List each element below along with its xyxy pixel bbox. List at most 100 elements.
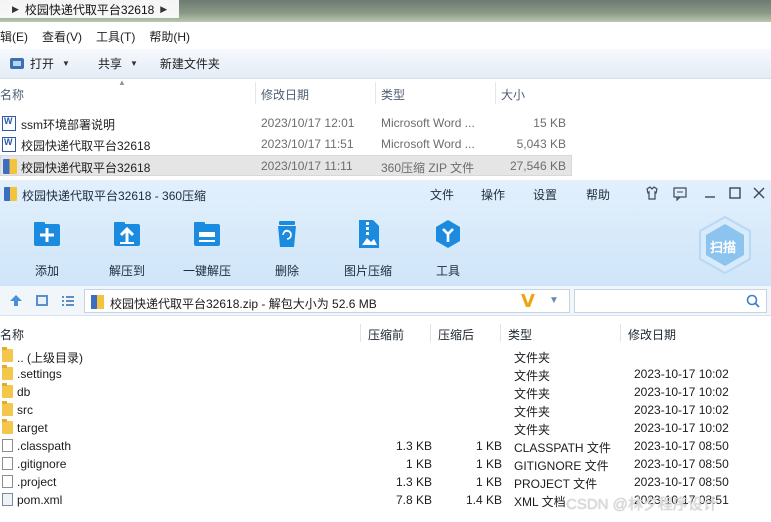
search-input[interactable] [574,289,767,313]
col-modified[interactable]: 修改日期 [628,326,676,343]
entry-type: 文件夹 [514,387,551,401]
image-compress-button[interactable]: 图片压缩 [333,218,403,279]
add-label: 添加 [34,264,59,278]
thumbnail-view-icon[interactable] [35,294,49,307]
chevron-right-icon[interactable]: ▶ [160,4,167,15]
add-icon [30,218,64,250]
folder-icon [2,401,13,416]
delete-button[interactable]: 删除 [252,218,322,279]
new-folder-button[interactable]: 新建文件夹 [160,55,220,72]
close-icon[interactable] [751,185,767,201]
archive-path-field[interactable]: 校园快递代取平台32618.zip - 解包大小为 52.6 MB V ▼ [84,289,570,313]
explorer-address-bar[interactable]: ▶ 校园快递代取平台32618 ▶ [0,0,771,22]
maximize-icon[interactable] [727,185,743,201]
entry-type: CLASSPATH 文件 [514,441,611,455]
tools-icon [431,218,465,250]
col-size[interactable]: 大小 [501,86,525,103]
menu-operate[interactable]: 操作 [481,186,505,203]
file-row[interactable]: 校园快递代取平台32618 2023/10/17 11:51 Microsoft… [0,134,572,155]
one-click-extract-icon [190,218,224,250]
up-arrow-icon[interactable] [9,294,23,307]
file-icon [2,439,13,452]
archive-row[interactable]: db 文件夹 2023-10-17 10:02 [0,383,771,401]
explorer-column-header: ▲ 名称 修改日期 类型 大小 [0,78,771,104]
zip-window: 校园快递代取平台32618 - 360压缩 文件 操作 设置 帮助 添加 解压到… [0,180,771,522]
col-divider[interactable] [500,324,501,342]
menu-edit[interactable]: 编辑(E) [0,28,28,45]
explorer-menu-bar: 编辑(E) 查看(V) 工具(T) 帮助(H) [0,26,771,46]
minimize-icon[interactable] [702,185,718,201]
one-click-extract-button[interactable]: 一键解压 [172,218,242,279]
col-type[interactable]: 类型 [381,86,405,103]
add-button[interactable]: 添加 [12,218,82,279]
col-size-after[interactable]: 压缩后 [438,326,474,343]
col-modified[interactable]: 修改日期 [261,86,309,103]
entry-name: .settings [17,367,62,381]
file-size: 5,043 KB [516,137,566,151]
col-type[interactable]: 类型 [508,326,532,343]
col-size-before[interactable]: 压缩前 [368,326,404,343]
menu-file[interactable]: 文件 [430,186,454,203]
menu-tools[interactable]: 工具(T) [96,28,135,45]
share-button[interactable]: 共享 ▼ [98,55,138,72]
entry-modified: 2023-10-17 10:02 [634,367,729,381]
col-divider[interactable] [430,324,431,342]
skin-icon[interactable] [644,185,660,201]
xml-file-icon [2,493,13,506]
word-doc-icon [2,137,16,152]
scan-button[interactable]: 扫描 [694,214,756,276]
file-icon [2,475,13,488]
breadcrumb-folder[interactable]: 校园快递代取平台32618 [25,1,154,18]
col-divider[interactable] [620,324,621,342]
scan-label: 扫描 [710,240,737,255]
csdn-watermark: CSDN @林夕程序设计 [566,496,718,513]
chevron-down-icon[interactable]: ▼ [549,295,559,306]
file-icon [2,457,13,470]
open-label: 打开 [30,57,55,71]
breadcrumb[interactable]: ▶ 校园快递代取平台32618 ▶ [0,0,180,18]
chevron-right-icon[interactable]: ▶ [12,4,19,15]
col-divider[interactable] [255,82,256,104]
file-name: 校园快递代取平台32618 [21,139,151,153]
tools-button[interactable]: 工具 [413,218,483,279]
menu-settings[interactable]: 设置 [533,186,557,203]
file-name: 校园快递代取平台32618 [21,161,151,175]
recycle-bin-icon [270,218,304,250]
col-divider[interactable] [375,82,376,104]
archive-row[interactable]: .project 1.3 KB 1 KB PROJECT 文件 2023-10-… [0,473,771,491]
entry-name: .. (上级目录) [17,351,83,365]
extract-to-button[interactable]: 解压到 [92,218,162,279]
entry-type: 文件夹 [514,405,551,419]
file-name: ssm环境部署说明 [21,118,115,132]
col-divider[interactable] [495,82,496,104]
archive-row[interactable]: target 文件夹 2023-10-17 10:02 [0,419,771,437]
archive-row[interactable]: .classpath 1.3 KB 1 KB CLASSPATH 文件 2023… [0,437,771,455]
menu-help[interactable]: 帮助 [586,186,610,203]
feedback-icon[interactable] [672,185,688,202]
col-divider[interactable] [360,324,361,342]
entry-name: src [17,403,33,417]
zip-archive-icon [91,295,104,309]
entry-modified: 2023-10-17 08:50 [634,457,729,471]
v-logo-icon[interactable]: V [521,291,535,312]
col-name[interactable]: 名称 [0,326,24,343]
archive-path-text: 校园快递代取平台32618.zip - 解包大小为 52.6 MB [110,297,377,311]
chevron-down-icon: ▼ [62,59,70,68]
list-view-icon[interactable] [61,294,75,307]
search-icon[interactable] [746,294,760,308]
archive-row[interactable]: src 文件夹 2023-10-17 10:02 [0,401,771,419]
entry-type: 文件夹 [514,351,551,365]
archive-row[interactable]: .settings 文件夹 2023-10-17 10:02 [0,365,771,383]
window-title: 校园快递代取平台32618 - 360压缩 [22,189,207,203]
entry-name: .project [17,475,57,489]
entry-size-before: 1.3 KB [395,439,432,453]
archive-row[interactable]: .gitignore 1 KB 1 KB GITIGNORE 文件 2023-1… [0,455,771,473]
menu-help[interactable]: 帮助(H) [149,28,190,45]
open-button[interactable]: 打开 ▼ [10,55,70,72]
file-row[interactable]: ssm环境部署说明 2023/10/17 12:01 Microsoft Wor… [0,113,572,134]
folder-icon [2,365,13,380]
col-name[interactable]: 名称 [0,86,24,103]
archive-row[interactable]: .. (上级目录) 文件夹 [0,347,771,365]
file-row-selected[interactable]: 校园快递代取平台32618 2023/10/17 11:11 360压缩 ZIP… [0,155,572,176]
menu-view[interactable]: 查看(V) [42,28,82,45]
